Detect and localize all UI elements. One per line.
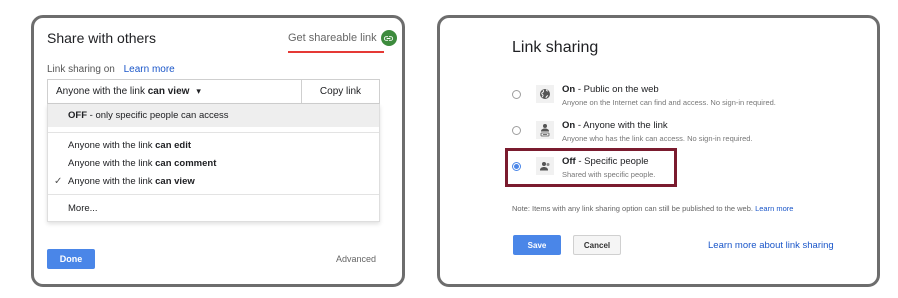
permission-menu: OFF - only specific people can access An…	[47, 104, 380, 222]
check-icon: ✓	[54, 175, 63, 187]
person-link-icon	[536, 121, 554, 139]
radio-button[interactable]	[512, 90, 521, 99]
get-shareable-link-button[interactable]: Get shareable link	[288, 30, 397, 46]
globe-icon	[536, 85, 554, 103]
done-button[interactable]: Done	[47, 249, 95, 269]
menu-item-can-edit[interactable]: Anyone with the link can edit	[48, 136, 379, 154]
option-label: On - Anyone with the link	[562, 120, 668, 131]
cancel-button[interactable]: Cancel	[573, 235, 621, 255]
link-permission-dropdown[interactable]: Anyone with the link can view ▾	[48, 80, 301, 103]
annotation-underline	[288, 51, 384, 53]
link-sharing-status: Link sharing on Learn more	[47, 64, 175, 75]
get-shareable-link-label: Get shareable link	[288, 32, 377, 44]
menu-item-can-comment[interactable]: Anyone with the link can comment	[48, 154, 379, 172]
advanced-link[interactable]: Advanced	[336, 254, 376, 264]
learn-more-about-link-sharing-link[interactable]: Learn more about link sharing	[708, 240, 834, 251]
link-sharing-dialog: Link sharing On - Public on the web Anyo…	[437, 15, 880, 287]
option-label: On - Public on the web	[562, 84, 659, 95]
save-button[interactable]: Save	[513, 235, 561, 255]
copy-link-button[interactable]: Copy link	[301, 80, 379, 103]
menu-item-more[interactable]: More...	[48, 199, 379, 217]
link-permission-bar: Anyone with the link can view ▾ Copy lin…	[47, 79, 380, 104]
menu-divider	[48, 194, 379, 195]
menu-item-can-view[interactable]: ✓ Anyone with the link can view	[48, 172, 379, 190]
menu-divider	[48, 132, 379, 133]
dropdown-label: Anyone with the link can view	[56, 86, 190, 97]
note-learn-more-link[interactable]: Learn more	[755, 204, 793, 213]
menu-item-off[interactable]: OFF - only specific people can access	[48, 104, 379, 127]
annotation-highlight-box	[505, 148, 677, 187]
share-dialog: Share with others Get shareable link Lin…	[31, 15, 405, 287]
dialog-title: Link sharing	[512, 39, 599, 56]
option-description: Anyone on the Internet can find and acce…	[562, 98, 776, 107]
learn-more-link[interactable]: Learn more	[124, 64, 175, 75]
radio-button[interactable]	[512, 126, 521, 135]
option-anyone-with-link[interactable]: On - Anyone with the link Anyone who has…	[512, 120, 832, 150]
chevron-down-icon: ▾	[196, 86, 201, 96]
option-public-on-web[interactable]: On - Public on the web Anyone on the Int…	[512, 84, 832, 114]
link-icon	[380, 30, 397, 46]
link-sharing-status-text: Link sharing on	[47, 64, 115, 75]
publish-note: Note: Items with any link sharing option…	[512, 204, 794, 213]
option-description: Anyone who has the link can access. No s…	[562, 134, 753, 143]
dialog-title: Share with others	[47, 30, 156, 46]
